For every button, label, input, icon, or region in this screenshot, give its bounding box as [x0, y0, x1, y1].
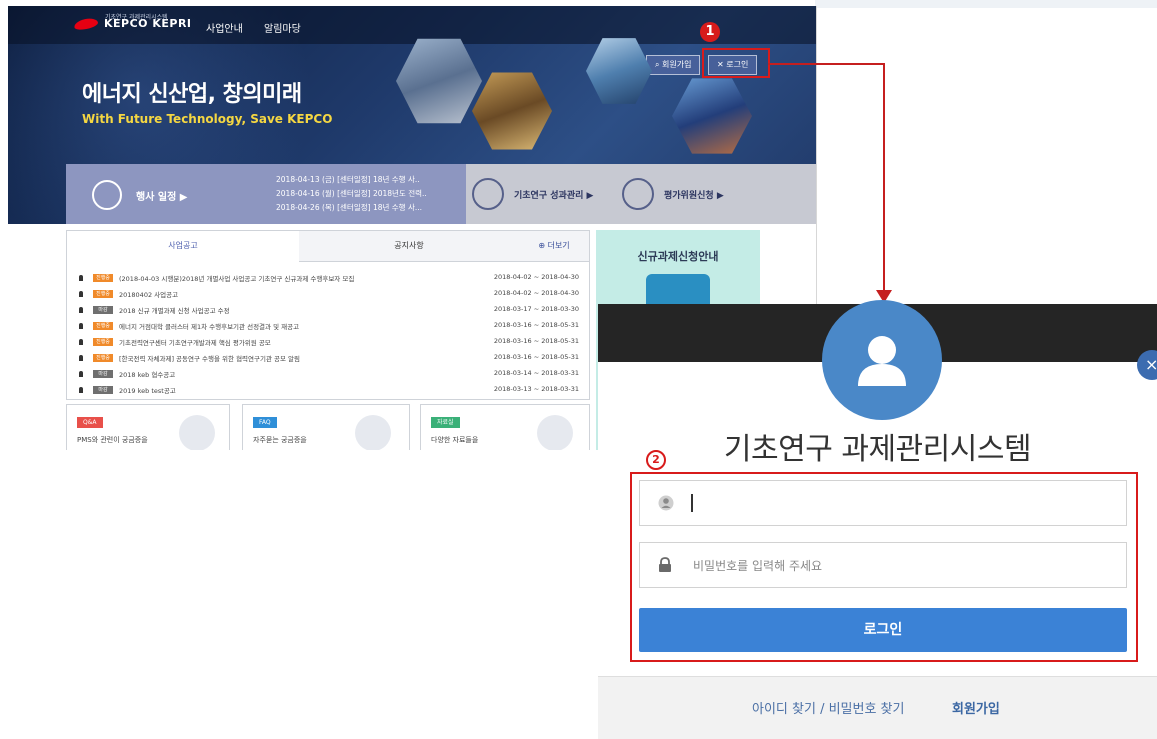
status-badge: 진행중 — [93, 338, 113, 346]
notice-row[interactable]: 진행중 기초전력연구센터 기초연구개발과제 핵심 평가위원 공모 2018-03-1… — [79, 335, 579, 350]
notice-date: 2018-03-16 ~ 2018-05-31 — [493, 321, 579, 329]
kepco-logo-icon — [73, 16, 99, 31]
top-strip — [815, 0, 1157, 8]
arrow-vertical — [883, 63, 885, 295]
status-badge: 마감 — [93, 386, 113, 394]
pin-icon — [79, 387, 83, 393]
notice-row[interactable]: 진행중 [한국전력 자체과제] 공동연구 수행을 위한 협력연구기관 공모 알림 2… — [79, 351, 579, 366]
status-badge: 진행중 — [93, 290, 113, 298]
pin-icon — [79, 371, 83, 377]
document-icon — [179, 415, 215, 450]
hero-image-plant — [472, 72, 552, 150]
promo-title: 신규과제신청안내 — [637, 250, 719, 263]
notice-title[interactable]: 2018 신규 개별과제 신청 사업공고 수정 — [119, 305, 230, 315]
hero-subtitle: With Future Technology, Save KEPCO — [82, 112, 333, 126]
qna-card[interactable]: Q&A PMS와 관련이 궁금증을 — [66, 404, 230, 450]
notice-row[interactable]: 진행중 20180402 사업공고 2018-04-02 ~ 2018-04-30 — [79, 287, 579, 302]
lock-icon — [659, 557, 671, 572]
notice-date: 2018-04-02 ~ 2018-04-30 — [493, 289, 579, 297]
notice-title[interactable]: 에너지 거점대학 클러스터 제1차 수행후보기관 선정결과 및 재공고 — [119, 321, 299, 331]
text-cursor — [691, 494, 693, 512]
archive-text: 다양한 자료들을 — [431, 436, 479, 444]
notice-date: 2018-03-17 ~ 2018-03-30 — [493, 305, 579, 313]
qna-text: PMS와 관련이 궁금증을 — [77, 436, 148, 444]
magnifier-icon — [355, 415, 391, 450]
password-field[interactable]: 비밀번호를 입력해 주세요 — [639, 542, 1127, 588]
quick-bar: 행사 일정 ▶ 2018-04-13 (금) [센터일정] 18년 수행 사..… — [66, 164, 816, 224]
pin-icon — [79, 323, 83, 329]
notice-date: 2018-03-13 ~ 2018-03-31 — [493, 385, 579, 393]
qna-pill: Q&A — [77, 417, 103, 428]
hero-image-lab — [672, 78, 752, 154]
faq-pill: FAQ — [253, 417, 277, 428]
status-badge: 마감 — [93, 370, 113, 378]
calendar-icon — [92, 180, 122, 210]
schedule-item[interactable]: 2018-04-26 (목) [센터일정] 18년 수행 사... — [276, 202, 422, 213]
pin-icon — [79, 291, 83, 297]
schedule-label[interactable]: 행사 일정 ▶ — [136, 188, 187, 203]
step1-highlight — [702, 48, 770, 78]
hero-join-button[interactable]: ⌕ 회원가입 — [646, 55, 701, 75]
user-icon — [658, 495, 674, 511]
notice-title[interactable]: 20180402 사업공고 — [119, 289, 178, 299]
notice-date: 2018-04-02 ~ 2018-04-30 — [493, 273, 579, 281]
id-field[interactable] — [639, 480, 1127, 526]
faq-card[interactable]: FAQ 자주묻는 궁금증을 — [242, 404, 410, 450]
notice-title[interactable]: [한국전력 자체과제] 공동연구 수행을 위한 협력연구기관 공모 알림 — [119, 353, 300, 363]
hero-image-tech — [586, 38, 652, 104]
eval-link[interactable]: 평가위원신청 ▶ — [664, 188, 724, 201]
faq-text: 자주묻는 궁금증을 — [253, 436, 307, 444]
logo-sub-text: 기초연구 과제관리시스템 — [105, 14, 168, 21]
pin-icon — [79, 339, 83, 345]
notice-board: 사업공고 공지사항 ⊕ 더보기 진행중 (2018-04-03 시행분)2018년… — [66, 230, 590, 400]
notice-row[interactable]: 마감 2018 keb 협수공고 2018-03-14 ~ 2018-03-31 — [79, 367, 579, 382]
modal-title: 기초연구 과제관리시스템 — [723, 432, 1032, 467]
research-link[interactable]: 기초연구 성과관리 ▶ — [514, 188, 593, 201]
pin-icon — [79, 275, 83, 281]
schedule-item[interactable]: 2018-04-16 (월) [센터일정] 2018년도 전력.. — [276, 188, 427, 199]
hero-image-building — [396, 38, 482, 124]
signup-link[interactable]: 회원가입 — [952, 698, 1000, 717]
notice-row[interactable]: 진행중 (2018-04-03 시행분)2018년 개별사업 사업공고 기초연구 … — [79, 271, 579, 286]
archive-pill: 자료실 — [431, 417, 460, 428]
tab-business-notice[interactable]: 사업공고 — [67, 231, 300, 261]
evaluator-icon — [622, 178, 654, 210]
notice-date: 2018-03-14 ~ 2018-03-31 — [493, 369, 579, 377]
notice-date: 2018-03-16 ~ 2018-05-31 — [493, 353, 579, 361]
status-badge: 진행중 — [93, 322, 113, 330]
notice-row[interactable]: 마감 2019 keb test공고 2018-03-13 ~ 2018-03-31 — [79, 383, 579, 398]
chart-doc-icon — [537, 415, 573, 450]
arrow-horizontal — [768, 63, 885, 65]
notice-title[interactable]: 2018 keb 협수공고 — [119, 369, 175, 379]
step2-badge: 2 — [646, 450, 666, 470]
find-id-password-link[interactable]: 아이디 찾기 / 비밀번호 찾기 — [752, 698, 904, 717]
schedule-item[interactable]: 2018-04-13 (금) [센터일정] 18년 수행 사.. — [276, 174, 420, 185]
status-badge: 진행중 — [93, 354, 113, 362]
archive-card[interactable]: 자료실 다양한 자료들을 — [420, 404, 590, 450]
status-badge: 마감 — [93, 306, 113, 314]
user-silhouette-icon — [858, 336, 906, 386]
nav-notice[interactable]: 알림마당 — [264, 20, 301, 35]
notice-row[interactable]: 진행중 에너지 거점대학 클러스터 제1차 수행후보기관 선정결과 및 재공고 20… — [79, 319, 579, 334]
hexagon-icon — [472, 178, 504, 210]
more-label: 더보기 — [547, 241, 570, 250]
notice-row[interactable]: 마감 2018 신규 개별과제 신청 사업공고 수정 2018-03-17 ~ 20… — [79, 303, 579, 318]
login-button[interactable]: 로그인 — [639, 608, 1127, 652]
notice-title[interactable]: 2019 keb test공고 — [119, 385, 176, 395]
hero-title: 에너지 신산업, 창의미래 — [82, 82, 302, 107]
user-avatar-icon — [822, 300, 942, 420]
status-badge: 진행중 — [93, 274, 113, 282]
password-placeholder: 비밀번호를 입력해 주세요 — [693, 559, 823, 573]
tab-announcements[interactable]: 공지사항 — [299, 231, 519, 262]
notice-title[interactable]: 기초전력연구센터 기초연구개발과제 핵심 평가위원 공모 — [119, 337, 271, 347]
hero-join-label: 회원가입 — [662, 60, 692, 69]
more-button[interactable]: ⊕ 더보기 — [519, 231, 589, 262]
nav-business[interactable]: 사업안내 — [206, 20, 243, 35]
notice-date: 2018-03-16 ~ 2018-05-31 — [493, 337, 579, 345]
notice-title[interactable]: (2018-04-03 시행분)2018년 개별사업 사업공고 기초연구 신규과… — [119, 273, 354, 283]
pin-icon — [79, 307, 83, 313]
step1-badge: 1 — [700, 22, 720, 42]
pin-icon — [79, 355, 83, 361]
